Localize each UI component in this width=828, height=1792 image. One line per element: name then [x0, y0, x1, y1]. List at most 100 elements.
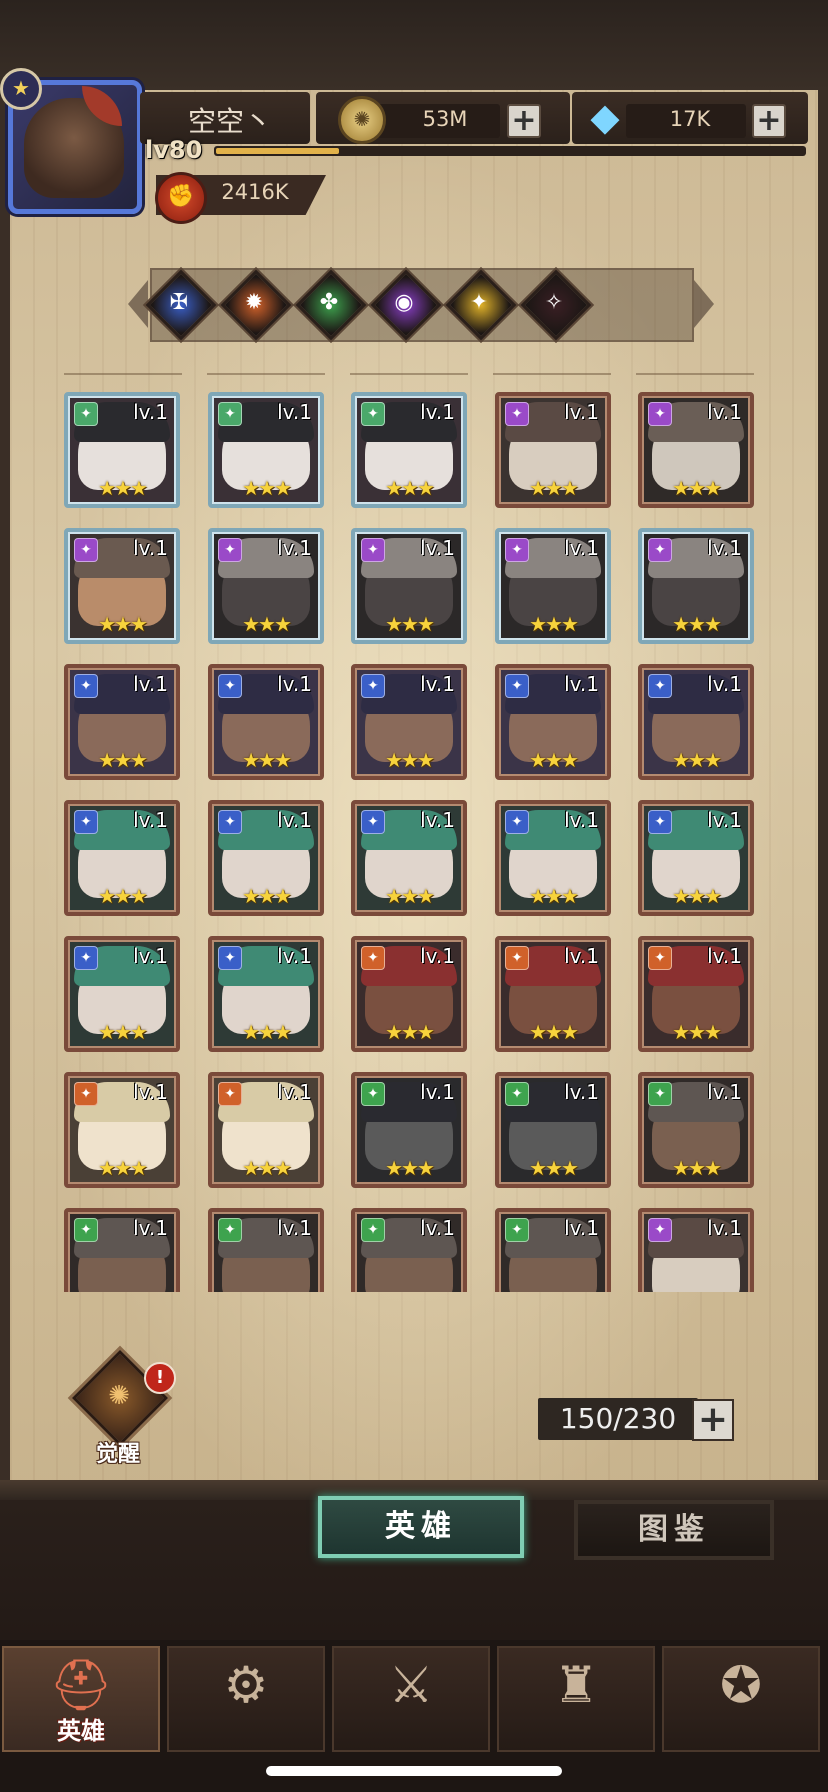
castle-icon: ♜	[553, 1656, 599, 1714]
faction-filter-green[interactable]: ✤	[295, 269, 367, 341]
hero-card[interactable]: ✦lv.1★★★	[638, 392, 754, 508]
hero-card[interactable]: ✦lv.1★★★	[351, 936, 467, 1052]
hero-level: lv.1	[420, 808, 455, 832]
hero-class-icon: ✦	[74, 810, 98, 834]
hero-card[interactable]: ✦lv.1★★★	[64, 1072, 180, 1188]
hero-card[interactable]: ✦lv.1★★★	[495, 800, 611, 916]
hero-card[interactable]: ✦lv.1★★★	[351, 392, 467, 508]
hero-stars: ★★★	[672, 1020, 722, 1044]
awaken-label: 觉醒	[95, 1442, 140, 1467]
hero-card[interactable]: ✦lv.1★★★	[638, 936, 754, 1052]
filter-scroll-right-icon[interactable]	[694, 280, 714, 328]
faction-filter-gold[interactable]: ✦	[445, 269, 517, 341]
hero-card[interactable]: ✦lv.1★★★	[638, 1208, 754, 1292]
hero-card[interactable]: ✦lv.1★★★	[64, 528, 180, 644]
nav-map[interactable]: ⚙	[167, 1646, 325, 1752]
faction-filter-purple[interactable]: ◉	[370, 269, 442, 341]
hero-card[interactable]: ✦lv.1★★★	[208, 1208, 324, 1292]
hero-capacity-count: 150/230	[559, 1402, 677, 1435]
tab-heroes[interactable]: 英雄	[318, 1496, 524, 1558]
hero-level: lv.1	[707, 672, 742, 696]
hero-card[interactable]: ✦lv.1★★★	[351, 528, 467, 644]
hero-level: lv.1	[277, 672, 312, 696]
hero-card[interactable]: ✦lv.1★★★	[638, 528, 754, 644]
hero-grid[interactable]: ✦ lv.1 ★★★ ✦ lv.1 ★★★ ✦ lv.1 ★★★ ✦ lv.1 ★★★ ✦ lv.1 ★★★…	[56, 388, 776, 1292]
hero-level: lv.1	[564, 944, 599, 968]
hero-card[interactable]: ✦lv.1★★★	[64, 800, 180, 916]
hero-card[interactable]: ✦lv.1★★★	[495, 664, 611, 780]
nav-heroes[interactable]: ⛑ 英雄	[2, 1646, 160, 1752]
hero-card[interactable]: ✦lv.1★★★	[351, 1072, 467, 1188]
home-indicator[interactable]	[266, 1766, 562, 1776]
hero-class-icon: ✦	[648, 1218, 672, 1242]
gold-coin-icon: ✺	[338, 96, 386, 144]
hero-card[interactable]: ✦lv.1★★★	[638, 1072, 754, 1188]
hero-stars: ★★★	[672, 884, 722, 908]
hero-card[interactable]: ✦lv.1★★★	[64, 664, 180, 780]
add-gems-button[interactable]: +	[752, 104, 786, 138]
hero-stars: ★★★	[98, 612, 148, 636]
column-divider	[636, 373, 754, 375]
faction-filter-orange[interactable]: ✹	[220, 269, 292, 341]
hero-class-icon: ✦	[361, 1082, 385, 1106]
hero-level: lv.1	[707, 1216, 742, 1240]
faction-filter-dark[interactable]: ✧	[520, 269, 592, 341]
hero-level: lv.1	[564, 536, 599, 560]
awaken-button[interactable]: ✺ ! 觉醒	[68, 1349, 176, 1467]
hero-card[interactable]: ✦lv.1★★★	[208, 936, 324, 1052]
hero-level: lv.1	[133, 672, 168, 696]
hero-card[interactable]: ✦lv.1★★★	[351, 800, 467, 916]
hero-class-icon: ✦	[218, 810, 242, 834]
hero-stars: ★★★	[529, 748, 579, 772]
hero-card[interactable]: ✦lv.1★★★	[208, 392, 324, 508]
hero-level: lv.1	[420, 1080, 455, 1104]
hero-class-icon: ✦	[74, 1082, 98, 1106]
hero-card[interactable]: ✦lv.1★★★	[495, 392, 611, 508]
hero-level: lv.1	[277, 400, 312, 424]
faction-filter-blue[interactable]: ✠	[145, 269, 217, 341]
helmet-icon: ⛑	[49, 1656, 113, 1714]
nav-battle[interactable]: ⚔	[332, 1646, 490, 1752]
hero-card[interactable]: ✦lv.1★★★	[495, 1072, 611, 1188]
hero-level: lv.1	[420, 672, 455, 696]
hero-level: lv.1	[133, 536, 168, 560]
hero-card[interactable]: ✦lv.1★★★	[64, 392, 180, 508]
hero-card[interactable]: ✦lv.1★★★	[351, 1208, 467, 1292]
hero-level: lv.1	[564, 1216, 599, 1240]
hero-card[interactable]: ✦lv.1★★★	[495, 936, 611, 1052]
hero-card[interactable]: ✦lv.1★★★	[208, 664, 324, 780]
hero-level: lv.1	[277, 944, 312, 968]
hero-level: lv.1	[564, 400, 599, 424]
hero-class-icon: ✦	[74, 946, 98, 970]
expand-capacity-button[interactable]: +	[692, 1399, 734, 1441]
hero-class-icon: ✦	[505, 1218, 529, 1242]
hero-card[interactable]: ✦lv.1★★★	[638, 800, 754, 916]
hero-class-icon: ✦	[218, 1082, 242, 1106]
faction-symbol-icon: ✠	[169, 290, 189, 315]
hero-level: lv.1	[133, 808, 168, 832]
hero-level: lv.1	[707, 536, 742, 560]
hero-class-icon: ✦	[74, 674, 98, 698]
hero-card[interactable]: ✦lv.1★★★	[351, 664, 467, 780]
nav-castle[interactable]: ♜	[497, 1646, 655, 1752]
hero-level: lv.1	[277, 808, 312, 832]
hero-level: lv.1	[707, 944, 742, 968]
faction-symbol-icon: ✤	[319, 290, 339, 315]
hero-card[interactable]: ✦lv.1★★★	[64, 936, 180, 1052]
tab-codex[interactable]: 图鉴	[574, 1500, 774, 1560]
hero-card[interactable]: ✦lv.1★★★	[638, 664, 754, 780]
hero-class-icon: ✦	[648, 674, 672, 698]
add-gold-button[interactable]: +	[507, 104, 541, 138]
hero-level: lv.1	[564, 1080, 599, 1104]
hero-card[interactable]: ✦lv.1★★★	[208, 800, 324, 916]
hero-card[interactable]: ✦lv.1★★★	[208, 1072, 324, 1188]
hero-stars: ★★★	[529, 1020, 579, 1044]
hero-card[interactable]: ✦lv.1★★★	[64, 1208, 180, 1292]
hero-level: lv.1	[133, 1216, 168, 1240]
nav-guild[interactable]: ✪	[662, 1646, 820, 1752]
hero-level: lv.1	[564, 672, 599, 696]
hero-card[interactable]: ✦lv.1★★★	[495, 1208, 611, 1292]
nav-label: 英雄	[57, 1717, 105, 1745]
hero-card[interactable]: ✦lv.1★★★	[208, 528, 324, 644]
hero-card[interactable]: ✦lv.1★★★	[495, 528, 611, 644]
